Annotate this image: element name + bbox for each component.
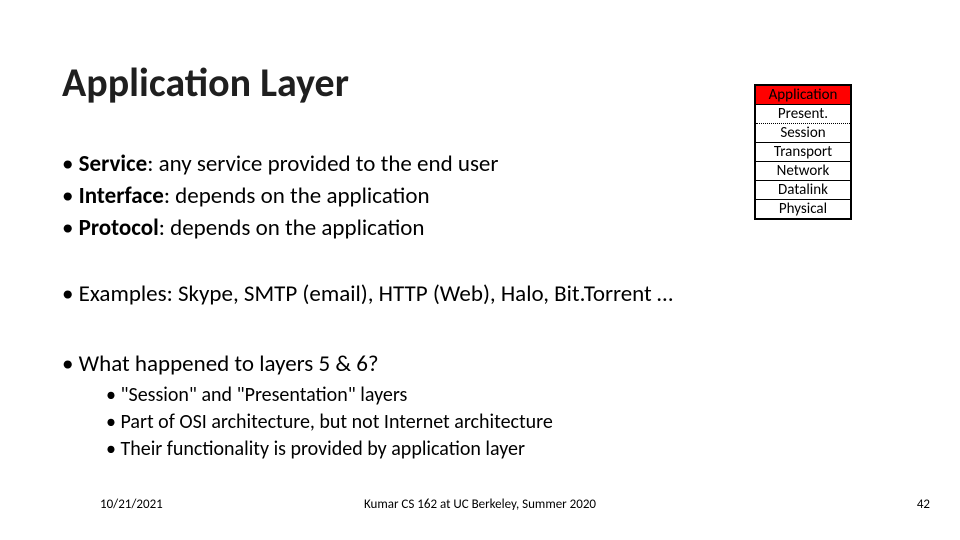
bullet-examples: Examples: Skype, SMTP (email), HTTP (Web… (62, 280, 673, 308)
bullet-question: What happened to layers 5 & 6? (62, 350, 379, 378)
osi-row-network: Network (755, 162, 851, 181)
main-bullets: Service: any service provided to the end… (62, 148, 498, 244)
osi-layer-table: Application Present. Session Transport N… (754, 84, 852, 220)
bullet-protocol: Protocol: depends on the application (62, 212, 498, 244)
sub-bullets: "Session" and "Presentation" layers Part… (106, 382, 553, 463)
osi-row-presentation: Present. (755, 105, 851, 124)
osi-row-transport: Transport (755, 143, 851, 162)
osi-row-session: Session (755, 124, 851, 143)
sub-bullet-2: Part of OSI architecture, but not Intern… (106, 409, 553, 436)
bullet-service: Service: any service provided to the end… (62, 148, 498, 180)
bullet-interface: Interface: depends on the application (62, 180, 498, 212)
sub-bullet-1: "Session" and "Presentation" layers (106, 382, 553, 409)
osi-row-datalink: Datalink (755, 181, 851, 200)
footer-page-number: 42 (917, 497, 930, 512)
osi-row-application: Application (755, 85, 851, 105)
osi-row-physical: Physical (755, 200, 851, 220)
slide-title: Application Layer (62, 58, 349, 107)
footer-attribution: Kumar CS 162 at UC Berkeley, Summer 2020 (0, 497, 960, 512)
sub-bullet-3: Their functionality is provided by appli… (106, 436, 553, 463)
